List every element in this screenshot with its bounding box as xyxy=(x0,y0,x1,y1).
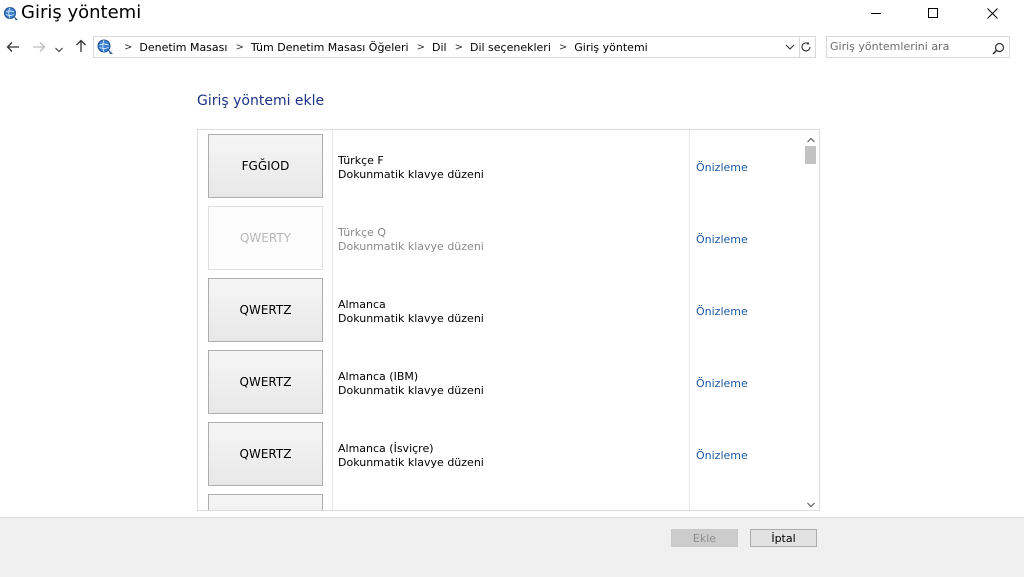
forward-button[interactable] xyxy=(29,37,49,57)
minimize-icon xyxy=(871,8,881,18)
back-button[interactable] xyxy=(3,37,23,57)
preview-link[interactable]: Önizleme xyxy=(696,449,748,462)
cancel-button[interactable]: İptal xyxy=(750,529,817,547)
list-item-german[interactable]: QWERTZ Almanca Dokunmatik klavye düzeni … xyxy=(198,274,802,346)
search-icon[interactable] xyxy=(992,40,1005,59)
layout-language: Türkçe F xyxy=(338,154,384,167)
breadcrumb-item-language-options[interactable]: Dil seçenekleri xyxy=(470,41,551,54)
breadcrumb-separator: > xyxy=(454,41,463,53)
maximize-button[interactable] xyxy=(910,0,956,26)
keyboard-layout-tile[interactable]: QWERTZ xyxy=(208,422,323,486)
minimize-button[interactable] xyxy=(853,0,899,26)
address-dropdown-icon[interactable] xyxy=(783,39,797,53)
window-title: Giriş yöntemi xyxy=(21,2,142,23)
arrow-up-icon xyxy=(75,38,87,57)
list-item-partial[interactable] xyxy=(198,490,802,510)
layout-description: Dokunmatik klavye düzeni xyxy=(338,456,484,469)
layout-description: Dokunmatik klavye düzeni xyxy=(338,240,484,253)
close-button[interactable] xyxy=(969,0,1015,26)
layout-text: Almanca Dokunmatik klavye düzeni xyxy=(338,298,484,326)
breadcrumb-item-control-panel[interactable]: Denetim Masası xyxy=(139,41,227,54)
breadcrumb: > Denetim Masası > Tüm Denetim Masası Öğ… xyxy=(116,37,648,57)
recent-locations-button[interactable] xyxy=(51,37,67,57)
dialog-footer: Ekle İptal xyxy=(0,517,1024,577)
language-globe-icon xyxy=(96,38,114,56)
chevron-up-icon xyxy=(806,130,815,147)
layout-text: Türkçe Q Dokunmatik klavye düzeni xyxy=(338,226,484,254)
title-bar: Giriş yöntemi xyxy=(0,0,1024,30)
search-input[interactable] xyxy=(830,38,985,54)
scroll-down-button[interactable] xyxy=(802,495,819,510)
keyboard-layout-tile[interactable]: QWERTZ xyxy=(208,278,323,342)
list-item-german-switzerland[interactable]: QWERTZ Almanca (İsviçre) Dokunmatik klav… xyxy=(198,418,802,490)
scroll-thumb[interactable] xyxy=(805,146,816,164)
search-box[interactable] xyxy=(826,36,1010,58)
breadcrumb-item-input-method[interactable]: Giriş yöntemi xyxy=(574,41,647,54)
layout-description: Dokunmatik klavye düzeni xyxy=(338,312,484,325)
layout-language: Almanca xyxy=(338,298,386,311)
preview-link[interactable]: Önizleme xyxy=(696,305,748,318)
maximize-icon xyxy=(928,8,938,18)
preview-link[interactable]: Önizleme xyxy=(696,377,748,390)
arrow-right-icon xyxy=(32,38,46,57)
chevron-down-icon xyxy=(55,38,63,57)
keyboard-layout-tile[interactable]: QWERTZ xyxy=(208,350,323,414)
preview-link[interactable]: Önizleme xyxy=(696,161,748,174)
chevron-down-icon xyxy=(806,493,815,510)
list-item-turkish-q: QWERTY Türkçe Q Dokunmatik klavye düzeni… xyxy=(198,202,802,274)
add-button[interactable]: Ekle xyxy=(671,529,738,547)
list-scrollbar[interactable] xyxy=(802,130,819,510)
preview-link[interactable]: Önizleme xyxy=(696,233,748,246)
keyboard-layout-tile[interactable]: FGĞIOD xyxy=(208,134,323,198)
layout-text: Türkçe F Dokunmatik klavye düzeni xyxy=(338,154,484,182)
list-item-turkish-f[interactable]: FGĞIOD Türkçe F Dokunmatik klavye düzeni… xyxy=(198,130,802,202)
keyboard-layout-tile: QWERTY xyxy=(208,206,323,270)
layout-language: Almanca (İsviçre) xyxy=(338,442,434,455)
list-item-german-ibm[interactable]: QWERTZ Almanca (IBM) Dokunmatik klavye d… xyxy=(198,346,802,418)
arrow-left-icon xyxy=(6,38,20,57)
up-button[interactable] xyxy=(71,37,91,57)
address-bar[interactable]: > Denetim Masası > Tüm Denetim Masası Öğ… xyxy=(93,36,800,58)
breadcrumb-separator: > xyxy=(558,41,568,53)
refresh-button[interactable] xyxy=(797,36,816,58)
page-title: Giriş yöntemi ekle xyxy=(197,93,325,109)
refresh-icon xyxy=(800,38,812,57)
breadcrumb-separator: > xyxy=(416,41,425,53)
breadcrumb-item-language[interactable]: Dil xyxy=(432,41,447,54)
layout-text: Almanca (IBM) Dokunmatik klavye düzeni xyxy=(338,370,484,398)
language-globe-icon xyxy=(3,6,19,22)
scroll-up-button[interactable] xyxy=(802,130,819,145)
input-method-list: FGĞIOD Türkçe F Dokunmatik klavye düzeni… xyxy=(197,129,820,511)
layout-language: Türkçe Q xyxy=(338,226,387,239)
keyboard-layout-tile[interactable] xyxy=(208,494,323,510)
layout-text: Almanca (İsviçre) Dokunmatik klavye düze… xyxy=(338,442,484,470)
breadcrumb-separator: > xyxy=(124,41,133,53)
layout-description: Dokunmatik klavye düzeni xyxy=(338,384,484,397)
breadcrumb-item-all-items[interactable]: Tüm Denetim Masası Öğeleri xyxy=(251,41,409,54)
layout-language: Almanca (IBM) xyxy=(338,370,419,383)
layout-description: Dokunmatik klavye düzeni xyxy=(338,168,484,181)
close-icon xyxy=(986,7,998,19)
breadcrumb-separator: > xyxy=(235,41,244,53)
